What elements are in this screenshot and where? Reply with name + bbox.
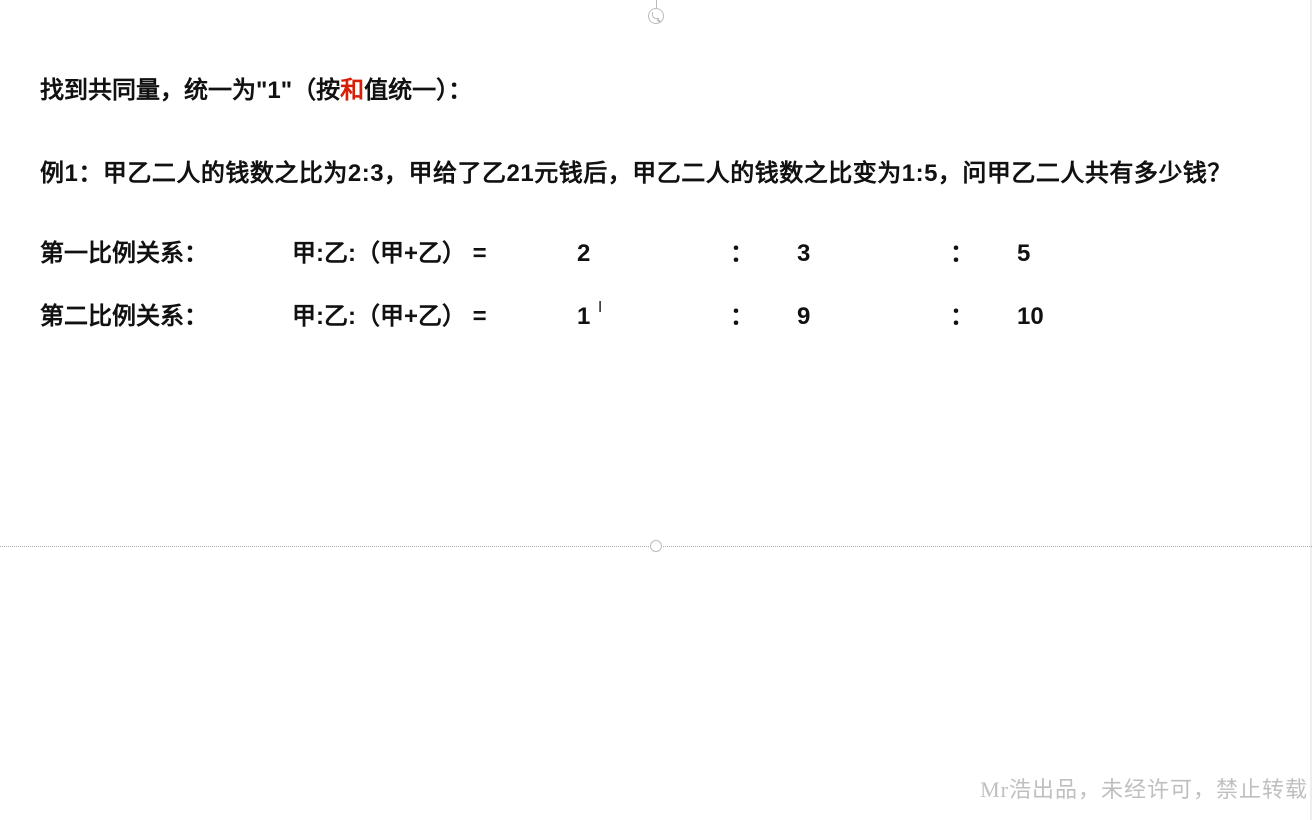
heading-highlight: 和 <box>340 77 364 104</box>
page-separator <box>0 540 1312 552</box>
ratio-row-1: 第一比例关系： 甲:乙:（甲+乙） = 2 ： 3 ： 5 <box>32 233 1276 268</box>
page-top-marker <box>648 0 664 24</box>
ratio2-colon1: ： <box>687 296 797 331</box>
ratio2-b: 9 <box>797 303 907 331</box>
ratio-block: 第一比例关系： 甲:乙:（甲+乙） = 2 ： 3 ： 5 第二比例关系： 甲:… <box>32 233 1276 331</box>
heading-prefix: 找到共同量，统一为"1"（按 <box>40 77 340 104</box>
example-label: 例1： <box>40 160 103 187</box>
ratio1-expr: 甲:乙:（甲+乙） = <box>292 233 577 268</box>
ratio2-c: 10 <box>1017 303 1127 331</box>
document-page: 找到共同量，统一为"1"（按和值统一）： 例1：甲乙二人的钱数之比为2:3，甲给… <box>0 28 1312 369</box>
example-paragraph: 例1：甲乙二人的钱数之比为2:3，甲给了乙21元钱后，甲乙二人的钱数之比变为1:… <box>40 143 1276 205</box>
example-text: 甲乙二人的钱数之比为2:3，甲给了乙21元钱后，甲乙二人的钱数之比变为1:5，问… <box>103 160 1232 187</box>
ratio2-label: 第二比例关系： <box>32 296 292 331</box>
ratio1-colon1: ： <box>687 233 797 268</box>
ratio-row-2: 第二比例关系： 甲:乙:（甲+乙） = 1 ： 9 ： 10 <box>32 296 1276 331</box>
ratio1-a: 2 <box>577 240 687 268</box>
ratio1-c: 5 <box>1017 240 1127 268</box>
ratio2-a: 1 <box>577 303 687 331</box>
page-break-handle-icon <box>650 540 662 552</box>
ratio2-colon2: ： <box>907 296 1017 331</box>
ratio1-label: 第一比例关系： <box>32 233 292 268</box>
heading-suffix: 值统一）： <box>364 77 472 104</box>
heading-line: 找到共同量，统一为"1"（按和值统一）： <box>40 70 1276 105</box>
ratio1-b: 3 <box>797 240 907 268</box>
footer-watermark: Mr浩出品，未经许可，禁止转载 <box>980 772 1308 804</box>
document-editing-area[interactable]: 找到共同量，统一为"1"（按和值统一）： 例1：甲乙二人的钱数之比为2:3，甲给… <box>0 0 1312 820</box>
ratio2-expr: 甲:乙:（甲+乙） = <box>292 296 577 331</box>
text-cursor: 1 <box>577 303 590 330</box>
ratio1-colon2: ： <box>907 233 1017 268</box>
